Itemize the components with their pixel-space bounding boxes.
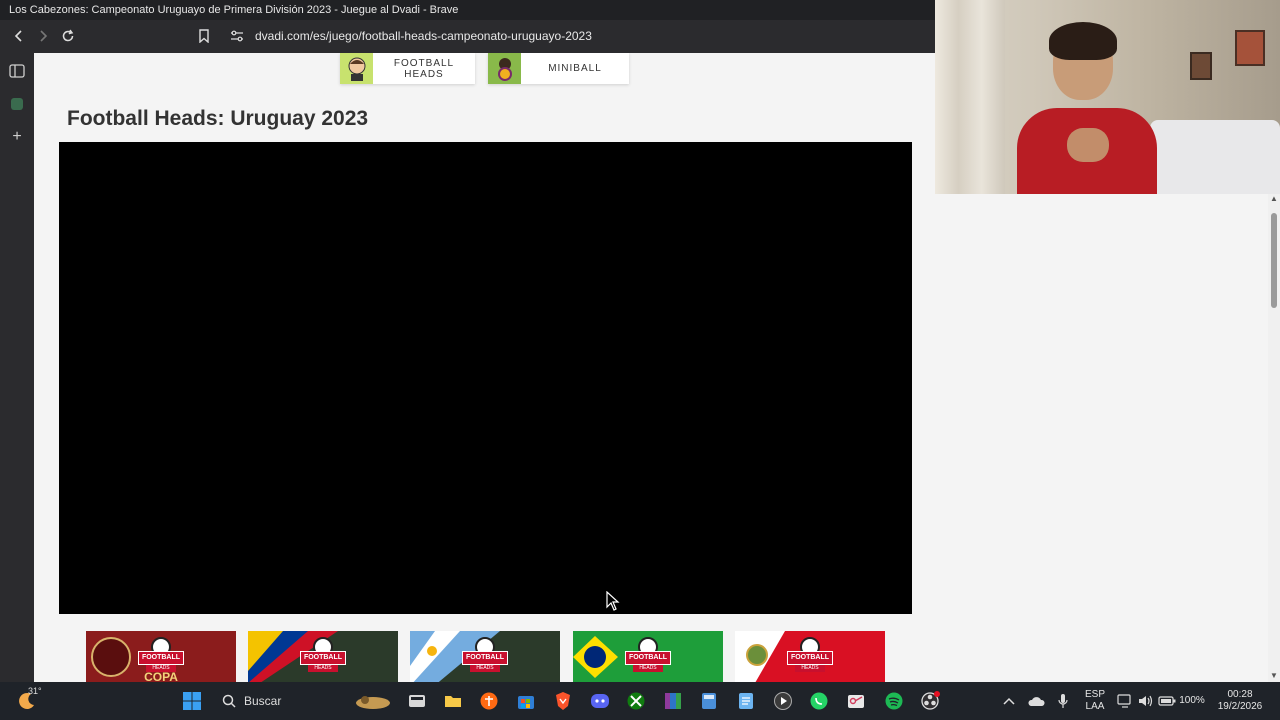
game-tile-football-heads[interactable]: FOOTBALL HEADS [340,53,475,84]
reload-button[interactable] [55,23,81,49]
clock-time: 00:28 [1227,689,1253,700]
clock[interactable]: 00:28 19/2/2026 [1212,689,1268,713]
network-icon[interactable] [1114,690,1136,712]
wallet-icon [11,98,23,110]
webcam-overlay [935,0,1280,194]
tune-icon [231,30,243,42]
search-icon[interactable] [218,690,240,712]
clock-date: 19/2/2026 [1217,701,1263,712]
keyboard-layout: LAA [1085,701,1105,712]
sidebar-toggle-button[interactable] [4,58,30,84]
battery-icon[interactable] [1156,690,1178,712]
related-game-peru[interactable]: FOOTBALL HEADS [735,631,885,682]
weather-temperature: 31° [28,686,42,696]
file-explorer-icon[interactable] [442,690,464,712]
related-game-colombia[interactable]: FOOTBALL HEADS [248,631,398,682]
xbox-icon[interactable] [625,690,647,712]
input-language[interactable]: ESP LAA [1081,689,1109,713]
browser-sidebar: + [0,53,34,682]
game-tile-miniball[interactable]: MINIBALL [488,53,629,84]
ms-store-icon[interactable] [515,690,537,712]
winrar-icon[interactable] [662,690,684,712]
chevron-up-icon[interactable] [998,690,1020,712]
game-canvas[interactable] [59,142,912,614]
sidebar-panel-icon [9,64,25,78]
scroll-up-icon[interactable]: ▲ [1270,194,1278,203]
search-highlight-icon[interactable] [353,690,393,712]
app-orange-icon[interactable] [478,690,500,712]
related-game-argentina[interactable]: FOOTBALL HEADS [410,631,560,682]
page-scrollbar[interactable]: ▲ ▼ [1268,193,1280,682]
scroll-down-icon[interactable]: ▼ [1270,671,1278,680]
mouse-cursor-icon [606,590,620,616]
game-tile-label: FOOTBALL HEADS [393,57,455,80]
forward-button[interactable] [30,23,56,49]
site-info-button[interactable] [224,23,250,49]
miniball-thumb-icon [488,53,521,84]
snipping-tool-icon[interactable] [845,690,867,712]
obs-recording-icon[interactable] [919,690,941,712]
related-game-brazil[interactable]: FOOTBALL HEADS [573,631,723,682]
sidebar-add-button[interactable]: + [4,124,30,150]
scroll-thumb[interactable] [1271,213,1277,308]
football-heads-logo-icon: FOOTBALL HEADS [462,637,508,673]
sidebar-item-wallet[interactable] [4,91,30,117]
battery-percent: 100% [1179,695,1205,706]
brave-browser-icon[interactable] [552,690,574,712]
page-title: Football Heads: Uruguay 2023 [67,107,369,130]
address-bar[interactable]: dvadi.com/es/juego/football-heads-campeo… [255,20,592,53]
football-heads-thumb-icon [340,53,373,84]
start-button[interactable] [181,690,203,712]
arrow-left-icon [14,30,22,42]
football-heads-logo-icon: FOOTBALL HEADS [138,637,184,673]
onedrive-icon[interactable] [1025,690,1047,712]
back-button[interactable] [6,23,32,49]
plus-icon: + [12,128,22,145]
football-heads-logo-icon: FOOTBALL HEADS [625,637,671,673]
football-heads-logo-icon: FOOTBALL HEADS [787,637,833,673]
windows-logo-icon [183,692,201,710]
bookmark-button[interactable] [191,23,217,49]
media-player-icon[interactable] [772,690,794,712]
game-tile-label: MINIBALL [548,63,602,74]
whatsapp-icon[interactable] [808,690,830,712]
arrow-right-icon [40,30,48,42]
discord-icon[interactable] [589,690,611,712]
volume-icon[interactable] [1135,690,1157,712]
calculator-icon[interactable] [698,690,720,712]
football-heads-logo-icon: FOOTBALL HEADS [300,637,346,673]
windows-taskbar: 31° Buscar ESP LAA 100% 00:28 19/2/2026 [0,682,1280,720]
reload-icon [62,29,74,42]
language-code: ESP [1084,689,1105,700]
taskbar-search-box[interactable]: Buscar [244,682,281,720]
related-game-copa[interactable]: COPA FOOTBALL HEADS [86,631,236,682]
spotify-icon[interactable] [883,690,905,712]
microphone-icon[interactable] [1052,690,1074,712]
notepad-icon[interactable] [735,690,757,712]
task-view-icon[interactable] [406,690,428,712]
bookmark-icon [199,29,209,43]
